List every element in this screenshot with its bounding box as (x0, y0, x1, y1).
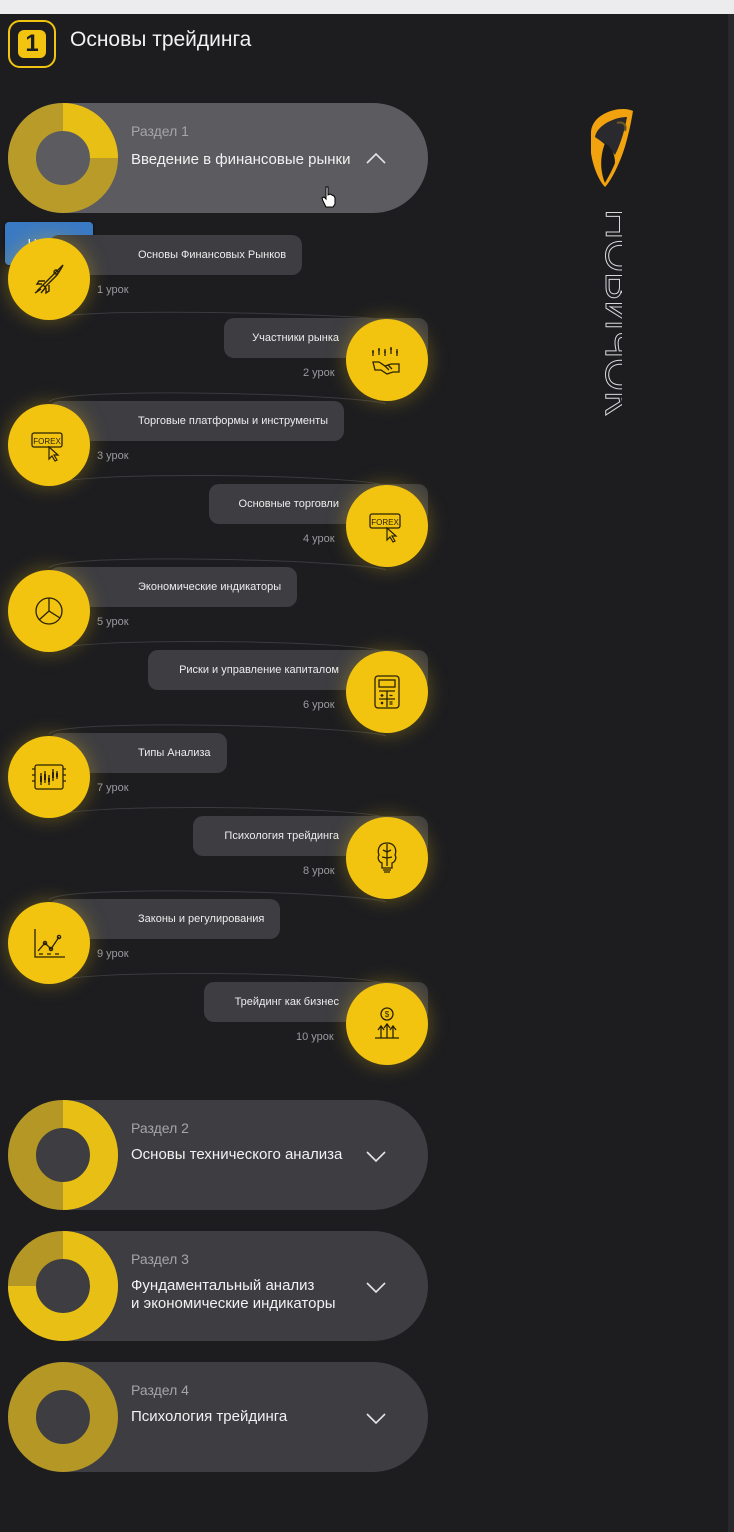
lesson-number-9: 9 урок (97, 948, 129, 960)
chevron-up-icon[interactable] (364, 147, 388, 171)
forex-icon: FOREX (369, 513, 401, 543)
section-card-3[interactable]: Раздел 3 Фундаментальный анализ и эконом… (8, 1231, 428, 1341)
section-progress-ring (8, 1100, 118, 1210)
section-title: Психология трейдинга (131, 1408, 288, 1425)
section-title-line-2: и экономические индикаторы (131, 1295, 336, 1312)
rocket-icon (34, 264, 64, 295)
section-card-2[interactable]: Раздел 2 Основы технического анализа (8, 1100, 428, 1210)
section-progress-ring (8, 103, 118, 213)
level-label: НОВИЧОК (597, 209, 623, 416)
lesson-circle-5[interactable] (8, 570, 90, 652)
lesson-number-5: 5 урок (97, 616, 129, 628)
section-label: Раздел 2 (131, 1120, 189, 1136)
chevron-down-icon[interactable] (364, 1275, 388, 1299)
lesson-circle-6[interactable] (346, 651, 428, 733)
handshake-chart-icon (372, 347, 400, 375)
forex-icon-text: FOREX (371, 518, 399, 527)
lesson-circle-1[interactable] (8, 238, 90, 320)
lesson-number-6: 6 урок (303, 699, 335, 711)
calculator-icon (374, 675, 400, 709)
line-chart-icon (34, 929, 65, 958)
lesson-circle-9[interactable] (8, 902, 90, 984)
section-title: Фундаментальный анализ и экономические и… (131, 1277, 356, 1313)
lesson-circle-8[interactable] (346, 817, 428, 899)
section-label: Раздел 4 (131, 1382, 189, 1398)
candlestick-icon (32, 764, 66, 790)
lesson-number-7: 7 урок (97, 782, 129, 794)
section-card-4[interactable]: Раздел 4 Психология трейдинга (8, 1362, 428, 1472)
forex-icon: FOREX (31, 432, 63, 462)
lesson-number-3: 3 урок (97, 450, 129, 462)
section-progress-ring (8, 1231, 118, 1341)
section-title-line-1: Фундаментальный анализ (131, 1277, 315, 1294)
section-label: Раздел 1 (131, 123, 189, 139)
chevron-down-icon[interactable] (364, 1144, 388, 1168)
lesson-circle-2[interactable] (346, 319, 428, 401)
pie-chart-icon (35, 597, 63, 625)
lesson-circle-4[interactable]: FOREX (346, 485, 428, 567)
money-podium-icon: $ (375, 1007, 399, 1039)
lesson-number-2: 2 урок (303, 367, 335, 379)
section-progress-ring (8, 1362, 118, 1472)
section-card-1[interactable]: Раздел 1 Введение в финансовые рынки (8, 103, 428, 213)
lesson-title-3[interactable]: Торговые платформы и инструменты (49, 401, 345, 441)
lesson-circle-7[interactable] (8, 736, 90, 818)
lesson-number-8: 8 урок (303, 865, 335, 877)
course-page: 1 Основы трейдинга Раздел 1 Введение в ф… (0, 14, 734, 1532)
mascot-helmet-icon (591, 109, 633, 187)
section-title: Основы технического анализа (131, 1146, 343, 1163)
svg-text:НОВИЧОК: НОВИЧОК (597, 209, 622, 416)
forex-icon-text: FOREX (33, 437, 61, 446)
brain-bulb-icon (377, 842, 397, 873)
section-title: Введение в финансовые рынки (131, 151, 351, 168)
svg-text:$: $ (385, 1010, 390, 1019)
hand-cursor-icon (321, 186, 336, 208)
lesson-number-10: 10 урок (296, 1031, 334, 1043)
lesson-circle-3[interactable]: FOREX (8, 404, 90, 486)
chevron-down-icon[interactable] (364, 1406, 388, 1430)
lesson-number-4: 4 урок (303, 533, 335, 545)
lesson-number-1: 1 урок (97, 284, 129, 296)
section-label: Раздел 3 (131, 1251, 189, 1267)
lesson-circle-10[interactable]: $ (346, 983, 428, 1065)
